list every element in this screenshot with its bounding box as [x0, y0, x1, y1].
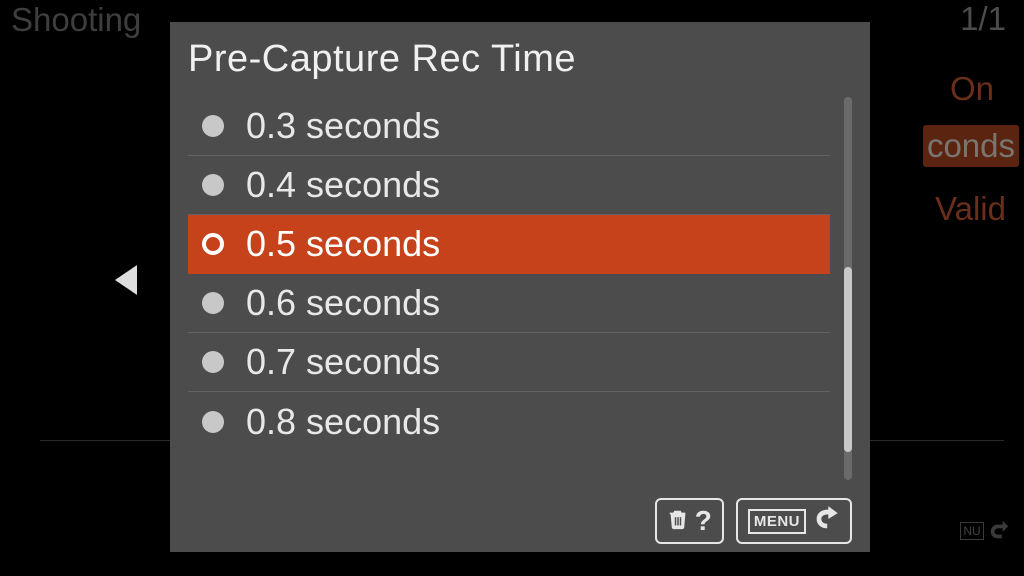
option-0.5-seconds[interactable]: 0.5 seconds [188, 215, 830, 274]
radio-icon [202, 233, 224, 255]
dialog-title: Pre-Capture Rec Time [170, 22, 870, 97]
pre-capture-dialog: Pre-Capture Rec Time 0.3 seconds 0.4 sec… [170, 22, 870, 552]
bg-menu-tag: NU [960, 522, 983, 540]
return-arrow-icon [812, 505, 840, 538]
bg-page-indicator: 1/1 [960, 0, 1006, 38]
help-question-mark: ? [695, 505, 712, 537]
bg-back-button: NU [960, 514, 1010, 548]
delete-help-button[interactable]: ? [655, 498, 724, 544]
dialog-footer: ? MENU [170, 490, 870, 552]
radio-icon [202, 115, 224, 137]
radio-icon [202, 411, 224, 433]
option-0.8-seconds[interactable]: 0.8 seconds [188, 392, 830, 451]
option-label: 0.7 seconds [246, 341, 440, 383]
option-label: 0.4 seconds [246, 164, 440, 206]
radio-icon [202, 174, 224, 196]
bg-value-valid: Valid [935, 190, 1006, 228]
trash-icon [667, 507, 689, 536]
option-label: 0.5 seconds [246, 223, 440, 265]
scrollbar-thumb[interactable] [844, 267, 852, 452]
bg-value-conds: conds [923, 125, 1019, 167]
option-label: 0.8 seconds [246, 401, 440, 443]
option-0.6-seconds[interactable]: 0.6 seconds [188, 274, 830, 333]
return-arrow-icon [988, 520, 1010, 542]
nav-left-arrow-icon[interactable] [115, 265, 137, 295]
options-list: 0.3 seconds 0.4 seconds 0.5 seconds 0.6 … [188, 97, 830, 490]
radio-icon [202, 351, 224, 373]
option-0.3-seconds[interactable]: 0.3 seconds [188, 97, 830, 156]
radio-icon [202, 292, 224, 314]
option-label: 0.6 seconds [246, 282, 440, 324]
bg-menu-name: Shooting [11, 1, 141, 39]
option-0.7-seconds[interactable]: 0.7 seconds [188, 333, 830, 392]
option-0.4-seconds[interactable]: 0.4 seconds [188, 156, 830, 215]
options-area: 0.3 seconds 0.4 seconds 0.5 seconds 0.6 … [188, 97, 852, 490]
menu-back-button[interactable]: MENU [736, 498, 852, 544]
menu-label: MENU [748, 509, 806, 534]
bg-value-on: On [950, 70, 994, 108]
option-label: 0.3 seconds [246, 105, 440, 147]
